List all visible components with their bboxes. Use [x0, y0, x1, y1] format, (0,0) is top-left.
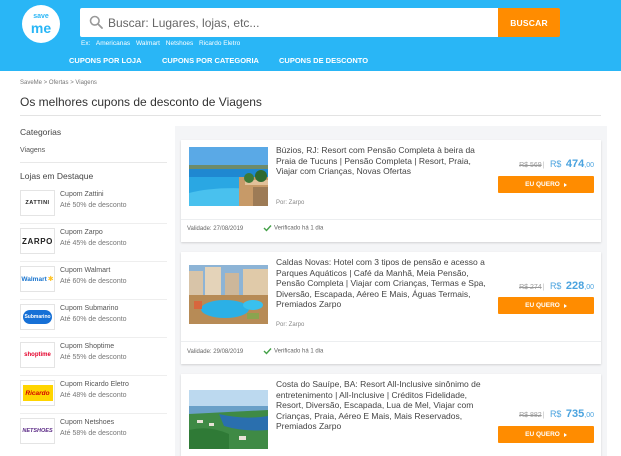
- offer-image-caldas-novas[interactable]: [189, 265, 268, 324]
- new-price: 474: [565, 158, 585, 170]
- store-name: Cupom Walmart: [60, 267, 111, 274]
- offer-validity: Validade: 29/08/2019: [187, 349, 244, 355]
- offer-card[interactable]: Búzios, RJ: Resort com Pensão Completa à…: [181, 140, 601, 242]
- offer-card[interactable]: Costa do Sauípe, BA: Resort All-Inclusiv…: [181, 374, 601, 456]
- offer-title[interactable]: Caldas Novas: Hotel com 3 tipos de pensã…: [276, 257, 491, 310]
- price-cents: ,00: [584, 284, 594, 291]
- new-price: 228: [565, 280, 585, 292]
- offer-price: R$ 882| R$ 735,00: [519, 408, 594, 420]
- store-name: Cupom Shoptime: [60, 343, 115, 350]
- cta-label: EU QUERO: [525, 302, 560, 309]
- store-name: Cupom Submarino: [60, 305, 119, 312]
- stores-heading: Lojas em Destaque: [20, 171, 94, 181]
- offer-card[interactable]: Caldas Novas: Hotel com 3 tipos de pensã…: [181, 252, 601, 364]
- offer-verified: Verificado há 1 dia: [263, 224, 323, 232]
- price-currency: R$: [549, 159, 562, 169]
- example-link[interactable]: Netshoes: [166, 40, 193, 47]
- store-item-ricardo-eletro[interactable]: Ricardo Cupom Ricardo Eletro Até 48% de …: [20, 376, 167, 414]
- store-item-submarino[interactable]: Submarino Cupom Submarino Até 60% de des…: [20, 300, 167, 338]
- example-link[interactable]: Americanas: [96, 40, 130, 47]
- old-price: R$ 569: [519, 162, 542, 169]
- offer-image-costa-do-sauipe[interactable]: [189, 390, 268, 449]
- store-item-shoptime[interactable]: shoptime Cupom Shoptime Até 55% de desco…: [20, 338, 167, 376]
- nav-cupons-por-loja[interactable]: CUPONS POR LOJA: [69, 56, 142, 65]
- caret-right-icon: [563, 303, 567, 308]
- main-nav: CUPONS POR LOJA CUPONS POR CATEGORIA CUP…: [0, 52, 621, 71]
- store-name: Cupom Zattini: [60, 191, 104, 198]
- store-item-netshoes[interactable]: NETSHOES Cupom Netshoes Até 58% de desco…: [20, 414, 167, 452]
- walmart-logo: Walmart ✱: [20, 266, 55, 292]
- examples-label: Ex:: [81, 40, 91, 47]
- offer-provider: Por: Zarpo: [276, 200, 305, 206]
- card-divider: [181, 219, 601, 220]
- price-cents: ,00: [584, 162, 594, 169]
- caret-right-icon: [563, 432, 567, 437]
- store-discount: Até 60% de desconto: [60, 278, 127, 285]
- category-link-viagens[interactable]: Viagens: [20, 147, 45, 154]
- store-discount: Até 50% de desconto: [60, 202, 127, 209]
- search-examples: Ex: Americanas Walmart Netshoes Ricardo …: [81, 40, 244, 47]
- categories-heading: Categorias: [20, 127, 62, 137]
- store-name: Cupom Ricardo Eletro: [60, 381, 129, 388]
- store-item-walmart[interactable]: Walmart ✱ Cupom Walmart Até 60% de descon…: [20, 262, 167, 300]
- store-discount: Até 60% de desconto: [60, 316, 127, 323]
- nav-cupons-por-categoria[interactable]: CUPONS POR CATEGORIA: [162, 56, 259, 65]
- main-content: SaveMe > Ofertas > Viagens Os melhores c…: [0, 71, 621, 456]
- store-name: Cupom Netshoes: [60, 419, 115, 426]
- page-title: Os melhores cupons de desconto de Viagen…: [20, 95, 262, 109]
- price-currency: R$: [549, 409, 562, 419]
- example-link[interactable]: Walmart: [136, 40, 160, 47]
- store-discount: Até 45% de desconto: [60, 240, 127, 247]
- offer-verified: Verificado há 1 dia: [263, 347, 323, 355]
- example-link[interactable]: Ricardo Eletro: [199, 40, 240, 47]
- search-box: [80, 8, 498, 37]
- ricardo-eletro-logo: Ricardo: [20, 380, 55, 406]
- saveme-logo[interactable]: save me: [22, 5, 60, 43]
- card-divider: [181, 341, 601, 342]
- search-input[interactable]: [108, 8, 488, 37]
- eu-quero-button[interactable]: EU QUERO: [498, 176, 594, 193]
- netshoes-logo: NETSHOES: [20, 418, 55, 444]
- old-price: R$ 274: [519, 284, 542, 291]
- offer-price: R$ 274| R$ 228,00: [519, 280, 594, 292]
- zattini-logo: ZATTINI: [20, 190, 55, 216]
- offer-title[interactable]: Búzios, RJ: Resort com Pensão Completa à…: [276, 145, 491, 177]
- site-header: save me BUSCAR Ex: Americanas Walmart Ne…: [0, 0, 621, 71]
- submarino-logo: Submarino: [20, 304, 55, 330]
- new-price: 735: [565, 408, 585, 420]
- shoptime-logo: shoptime: [20, 342, 55, 368]
- eu-quero-button[interactable]: EU QUERO: [498, 426, 594, 443]
- search-icon: [89, 15, 103, 29]
- offer-provider: Por: Zarpo: [276, 322, 305, 328]
- check-icon: [263, 225, 272, 232]
- caret-right-icon: [563, 182, 567, 187]
- offer-image-buzios[interactable]: [189, 147, 268, 206]
- store-name: Cupom Zarpo: [60, 229, 103, 236]
- logo-bottom-text: me: [30, 20, 52, 36]
- store-item-zattini[interactable]: ZATTINI Cupom Zattini Até 50% de descont…: [20, 186, 167, 224]
- offer-validity: Validade: 27/08/2019: [187, 226, 244, 232]
- cta-label: EU QUERO: [525, 431, 560, 438]
- cta-label: EU QUERO: [525, 181, 560, 188]
- offer-price: R$ 569| R$ 474,00: [519, 158, 594, 170]
- sidebar-divider: [20, 162, 167, 163]
- zarpo-logo: ZARPO: [20, 228, 55, 254]
- nav-cupons-de-desconto[interactable]: CUPONS DE DESCONTO: [279, 56, 368, 65]
- check-icon: [263, 348, 272, 355]
- breadcrumb[interactable]: SaveMe > Ofertas > Viagens: [20, 80, 97, 86]
- search-button[interactable]: BUSCAR: [498, 8, 560, 37]
- title-divider: [20, 115, 601, 116]
- store-discount: Até 58% de desconto: [60, 430, 127, 437]
- eu-quero-button[interactable]: EU QUERO: [498, 297, 594, 314]
- price-cents: ,00: [584, 412, 594, 419]
- price-currency: R$: [549, 281, 562, 291]
- store-discount: Até 48% de desconto: [60, 392, 127, 399]
- store-discount: Até 55% de desconto: [60, 354, 127, 361]
- store-item-zarpo[interactable]: ZARPO Cupom Zarpo Até 45% de desconto: [20, 224, 167, 262]
- offer-title[interactable]: Costa do Sauípe, BA: Resort All-Inclusiv…: [276, 379, 491, 432]
- old-price: R$ 882: [519, 412, 542, 419]
